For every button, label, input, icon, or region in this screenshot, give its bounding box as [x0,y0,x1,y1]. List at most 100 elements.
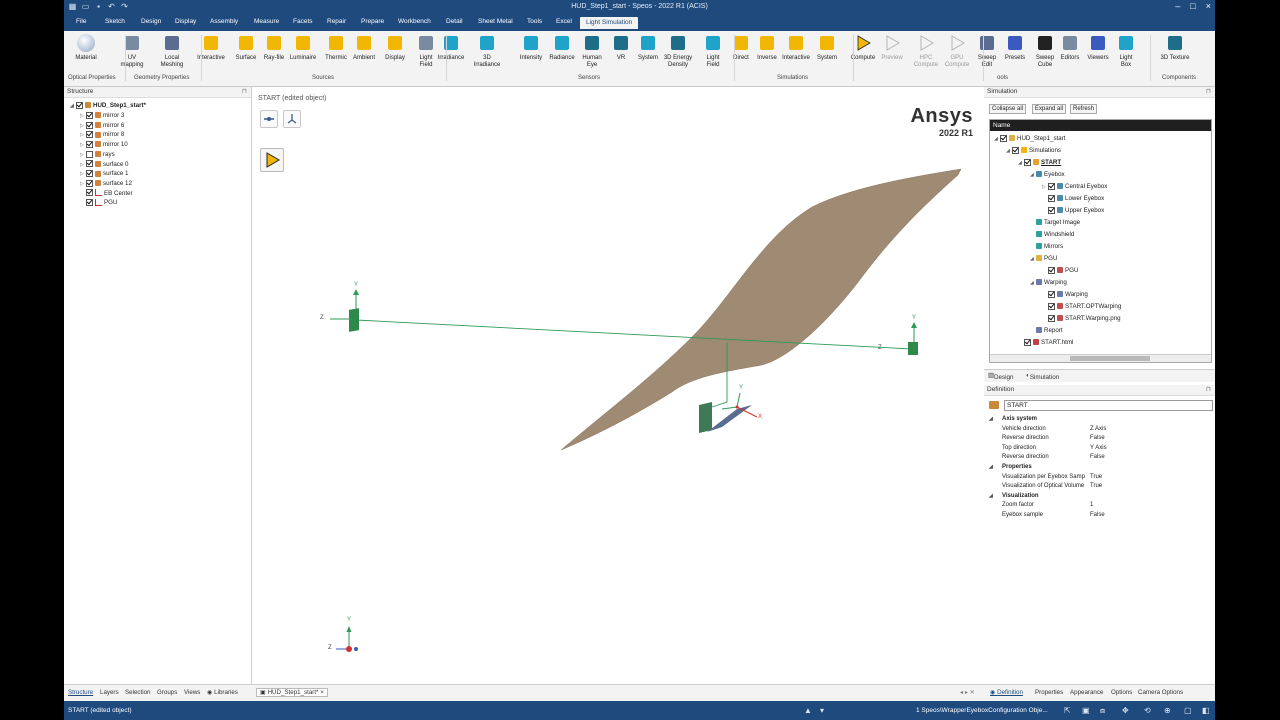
simulation-tree-item[interactable]: Mirrors [1030,242,1063,251]
simulation-tree-item[interactable]: ◢ Warping [1030,278,1067,287]
dropdown-icon[interactable]: ▾ [820,706,824,715]
maximize-icon[interactable]: □ [1190,2,1195,11]
property-value[interactable]: Y Axis [1090,444,1107,454]
simulation-tree-item[interactable]: Report [1030,326,1063,335]
tab-options[interactable]: Options [1111,689,1132,696]
fit-view-icon[interactable]: ▢ [1184,706,1192,715]
tab-layers[interactable]: Layers [100,689,119,696]
horizontal-scrollbar[interactable] [990,354,1211,362]
ribbon-button-interactive[interactable]: Interactive [195,34,227,62]
ribbon-button-3d-texture[interactable]: 3D Texture [1159,34,1191,62]
tab-groups[interactable]: Groups [157,689,177,696]
tab-structure[interactable]: Structure [68,689,93,696]
tab-display[interactable]: Display [175,18,196,25]
tab-repair[interactable]: Repair [327,18,346,25]
visibility-checkbox[interactable] [86,179,93,187]
structure-item[interactable]: ▷ surface 1 [80,169,128,178]
ribbon-button-luminaire[interactable]: Luminaire [287,34,319,62]
simulation-tree-item[interactable]: START.html [1018,338,1073,347]
visibility-checkbox[interactable] [76,101,83,109]
box-select-icon[interactable]: ⧈ [1100,706,1105,716]
structure-item[interactable]: PGU [80,198,117,207]
tab-appearance[interactable]: Appearance [1070,689,1103,696]
ribbon-button-compute[interactable]: Compute [847,34,879,62]
pin-icon[interactable]: ⊓ [1206,87,1211,97]
structure-root[interactable]: ◢ HUD_Step1_start* [70,101,146,110]
scrollbar-thumb[interactable] [1070,356,1150,361]
ribbon-button-hpc-compute[interactable]: HPC Compute [910,34,942,68]
property-value[interactable]: True [1090,473,1102,483]
close-tab-icon[interactable]: × [320,689,324,696]
tab-camera-options[interactable]: Camera Options [1138,689,1183,696]
property-value[interactable]: False [1090,434,1105,444]
ribbon-button-material[interactable]: Material [70,34,102,62]
refresh-button[interactable]: Refresh [1070,104,1098,114]
ribbon-button-local-meshing[interactable]: Local Meshing [156,34,188,68]
tab-design-panel[interactable]: ▥ Design [988,372,1014,381]
visibility-checkbox[interactable] [86,121,93,129]
visibility-checkbox[interactable] [86,150,93,158]
tab-facets[interactable]: Facets [293,18,313,25]
simulation-tree-item[interactable]: Warping [1042,290,1088,299]
property-value[interactable]: True [1090,482,1102,492]
pin-icon[interactable]: ⊓ [242,87,247,97]
structure-item[interactable]: ▷ surface 12 [80,179,132,188]
tree-checkbox[interactable] [1048,194,1055,202]
property-value[interactable]: False [1090,511,1105,521]
structure-item[interactable]: ▷ rays [80,150,115,159]
tree-checkbox[interactable] [1048,266,1055,274]
tab-libraries[interactable]: ◉ Libraries [207,689,238,696]
rotate-icon[interactable]: ⟲ [1144,706,1151,715]
ribbon-button-gpu-compute[interactable]: GPU Compute [941,34,973,68]
simulation-tree-item[interactable]: ◢ HUD_Step1_start [994,134,1066,143]
simulation-tree-item[interactable]: ◢ PGU [1030,254,1057,263]
tab-detail[interactable]: Detail [446,18,463,25]
simulation-tree-item[interactable]: ◢ START [1018,158,1061,167]
collapse-all-button[interactable]: Collapse all [989,104,1027,114]
simulation-tree-item[interactable]: START.Warping.png [1042,314,1121,323]
tree-checkbox[interactable] [1048,206,1055,214]
ribbon-button-presets[interactable]: Presets [999,34,1031,62]
tab-sketch[interactable]: Sketch [105,18,125,25]
structure-item[interactable]: ▷ surface 0 [80,160,128,169]
lasso-icon[interactable]: ▣ [1082,706,1090,715]
ribbon-button-ambient[interactable]: Ambient [348,34,380,62]
select-tool-icon[interactable]: ⇱ [1064,706,1071,715]
tab-simulation-panel[interactable]: ◐ Simulation [1026,372,1059,381]
ribbon-button-irradiance[interactable]: Irradiance [435,34,467,62]
simulation-tree-item[interactable]: Target Image [1030,218,1080,227]
document-tab[interactable]: ▣ HUD_Step1_start* × [256,688,328,697]
object-name-field[interactable]: START [1004,400,1213,411]
tree-checkbox[interactable] [1048,182,1055,190]
ribbon-button-3d-energy-density[interactable]: 3D Energy Density [662,34,694,68]
structure-item[interactable]: EB Center [80,189,133,198]
simulation-tree-item[interactable]: Windshield [1030,230,1074,239]
visibility-checkbox[interactable] [86,170,93,178]
property-value[interactable]: 1 [1090,501,1093,511]
ribbon-button-3d-irradiance[interactable]: 3D Irradiance [471,34,503,68]
structure-item[interactable]: ▷ mirror 3 [80,111,124,120]
simulation-tree-item[interactable]: ◢ Simulations [1006,146,1061,155]
tab-excel[interactable]: Excel [556,18,572,25]
visibility-checkbox[interactable] [86,140,93,148]
ribbon-button-system[interactable]: System [632,34,664,62]
ribbon-button-ray-file[interactable]: Ray-file [258,34,290,62]
ribbon-button-uv-mapping[interactable]: UV mapping [116,34,148,68]
ribbon-button-inverse[interactable]: Inverse [751,34,783,62]
simulation-tree-item[interactable]: Lower Eyebox [1042,194,1104,203]
simulation-tree-item[interactable]: PGU [1042,266,1078,275]
pan-icon[interactable]: ✥ [1122,706,1129,715]
structure-item[interactable]: ▷ mirror 8 [80,130,124,139]
tab-measure[interactable]: Measure [254,18,279,25]
pin-icon[interactable]: ⊓ [1206,385,1211,395]
tab-file[interactable]: File [76,18,86,25]
tab-workbench[interactable]: Workbench [398,18,431,25]
tab-prepare[interactable]: Prepare [361,18,384,25]
visibility-checkbox[interactable] [86,160,93,168]
tab-properties[interactable]: Properties [1035,689,1063,696]
ribbon-button-light-box[interactable]: Light Box [1110,34,1142,68]
zoom-icon[interactable]: ⊕ [1164,706,1171,715]
tab-views[interactable]: Views [184,689,200,696]
tab-scroll-arrows[interactable]: ◂ ▸ ✕ [960,689,975,696]
warning-icon[interactable]: ▲ [804,706,812,715]
